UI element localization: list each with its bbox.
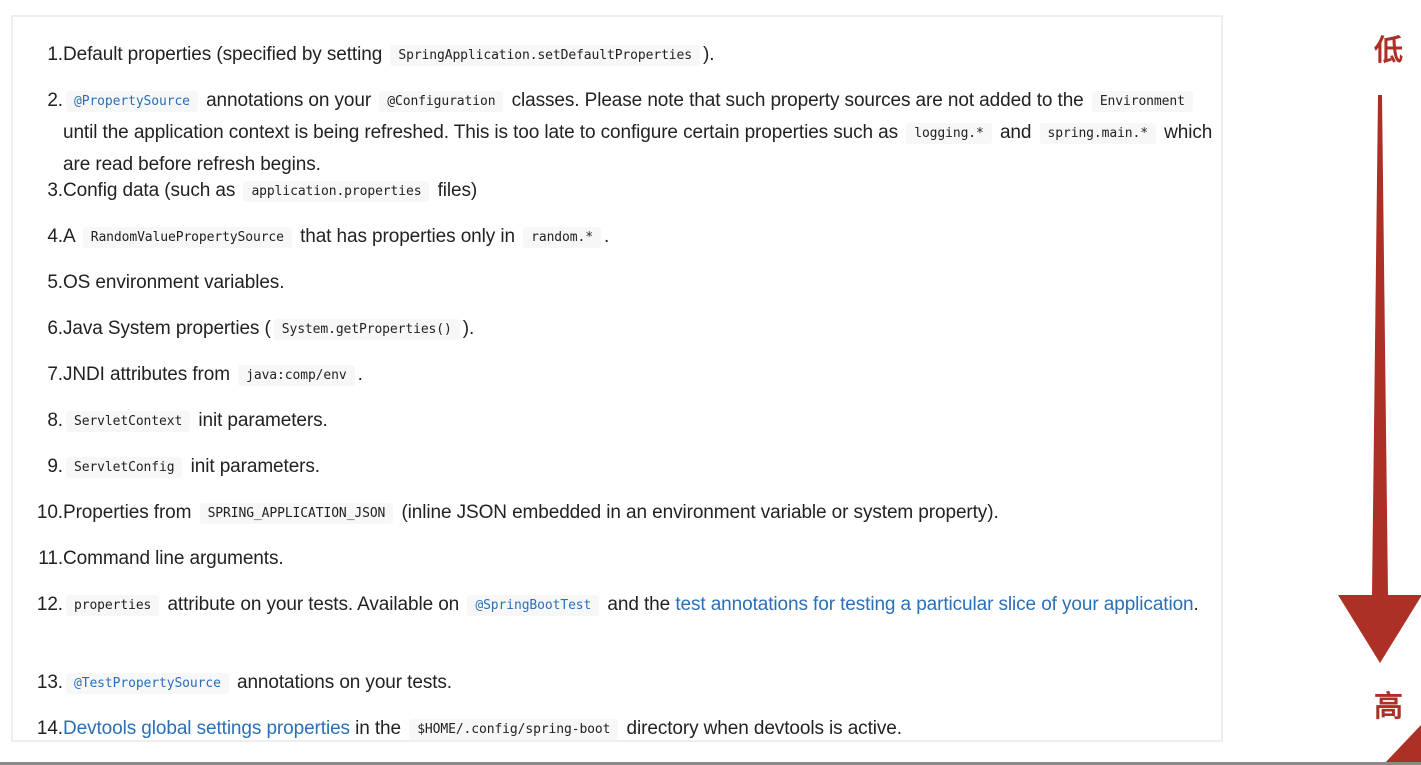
- inline-code: ServletConfig: [66, 457, 183, 478]
- doc-link[interactable]: Devtools global settings properties: [63, 718, 350, 739]
- priority-down-arrow-icon: [1338, 95, 1421, 663]
- text-fragment: in the: [349, 718, 407, 739]
- list-item-text: @PropertySource annotations on your @Con…: [63, 85, 1228, 180]
- property-order-list-container: 1. Default properties (specified by setti…: [11, 15, 1223, 742]
- list-item-text: Default properties (specified by setting…: [63, 39, 1228, 71]
- text-fragment: classes. Please note that such property …: [506, 90, 1089, 111]
- inline-code: ServletContext: [66, 411, 191, 432]
- text-fragment: attribute on your tests. Available on: [162, 594, 465, 615]
- text-fragment: that has properties only in: [294, 226, 521, 247]
- text-fragment: annotations on your: [200, 90, 377, 111]
- list-item-text: Java System properties (System.getProper…: [63, 313, 1228, 345]
- list-item-number: 5.: [47, 272, 63, 293]
- inline-code: application.properties: [243, 181, 430, 202]
- text-fragment: Command line arguments.: [63, 548, 284, 569]
- list-item-number: 3.: [47, 180, 63, 201]
- list-item-number: 9.: [47, 456, 63, 477]
- inline-code: spring.main.*: [1039, 123, 1156, 144]
- inline-code: SpringApplication.setDefaultProperties: [390, 45, 700, 66]
- text-fragment: files): [432, 180, 478, 201]
- inline-code: SPRING_APPLICATION_JSON: [199, 503, 394, 524]
- text-fragment: Properties from: [63, 502, 197, 523]
- list-item-text: ServletContext init parameters.: [63, 405, 1228, 437]
- text-fragment: JNDI attributes from: [63, 364, 236, 385]
- inline-code: @Configuration: [379, 91, 504, 112]
- inline-code: java:comp/env: [238, 365, 355, 386]
- list-item-number: 8.: [47, 410, 63, 431]
- list-item-text: Devtools global settings properties in t…: [63, 713, 1228, 745]
- low-priority-label: 低: [1373, 33, 1403, 67]
- inline-code: logging.*: [906, 123, 992, 144]
- list-item-number: 13.: [36, 672, 63, 693]
- corner-decoration-icon: [1383, 725, 1421, 765]
- list-item-text: Config data (such as application.propert…: [63, 175, 1228, 207]
- text-fragment: and: [994, 122, 1037, 143]
- list-item-text: ServletConfig init parameters.: [63, 451, 1228, 483]
- list-item-text: Properties from SPRING_APPLICATION_JSON …: [63, 497, 1228, 529]
- list-item-text: @TestPropertySource annotations on your …: [63, 667, 1228, 699]
- annotation-code-link[interactable]: @PropertySource: [66, 91, 198, 112]
- text-fragment: until the application context is being r…: [63, 122, 904, 143]
- text-fragment: Java System properties (: [63, 318, 271, 339]
- inline-code: Environment: [1091, 91, 1193, 112]
- list-item-number: 14.: [36, 718, 63, 739]
- inline-code: System.getProperties(): [273, 319, 460, 340]
- list-item-number: 4.: [47, 226, 63, 247]
- list-item-number: 12.: [36, 594, 63, 615]
- text-fragment: A: [63, 226, 80, 247]
- text-fragment: init parameters.: [185, 456, 320, 477]
- list-item-number: 1.: [47, 44, 63, 65]
- text-fragment: Default properties (specified by setting: [63, 44, 388, 65]
- text-fragment: ).: [702, 44, 715, 65]
- text-fragment: directory when devtools is active.: [621, 718, 903, 739]
- annotation-code-link[interactable]: @SpringBootTest: [467, 595, 600, 616]
- text-fragment: .: [357, 364, 363, 385]
- list-item-text: Command line arguments.: [63, 543, 1228, 574]
- list-item-text: A RandomValuePropertySource that has pro…: [63, 221, 1228, 253]
- text-fragment: (inline JSON embedded in an environment …: [396, 502, 999, 523]
- doc-link[interactable]: test annotations for testing a particula…: [675, 594, 1193, 615]
- list-item-text: properties attribute on your tests. Avai…: [63, 589, 1228, 621]
- text-fragment: OS environment variables.: [63, 272, 285, 293]
- text-fragment: init parameters.: [193, 410, 328, 431]
- text-fragment: and the: [602, 594, 676, 615]
- text-fragment: annotations on your tests.: [231, 672, 452, 693]
- list-item-number: 2.: [47, 90, 63, 111]
- inline-code: RandomValuePropertySource: [82, 227, 292, 248]
- list-item-text: OS environment variables.: [63, 267, 1228, 298]
- text-fragment: .: [603, 226, 610, 247]
- high-priority-label: 高: [1373, 689, 1403, 723]
- list-item-number: 10.: [36, 502, 63, 523]
- inline-code: $HOME/.config/spring-boot: [409, 719, 619, 740]
- inline-code: random.*: [523, 227, 601, 248]
- annotation-code-link[interactable]: @TestPropertySource: [66, 673, 229, 694]
- text-fragment: Config data (such as: [63, 180, 241, 201]
- list-item-number: 6.: [47, 318, 63, 339]
- list-item-number: 11.: [38, 548, 63, 569]
- list-item-number: 7.: [47, 364, 63, 385]
- list-item-text: JNDI attributes from java:comp/env.: [63, 359, 1228, 391]
- text-fragment: .: [1193, 594, 1199, 615]
- text-fragment: ).: [462, 318, 475, 339]
- inline-code: properties: [66, 595, 160, 616]
